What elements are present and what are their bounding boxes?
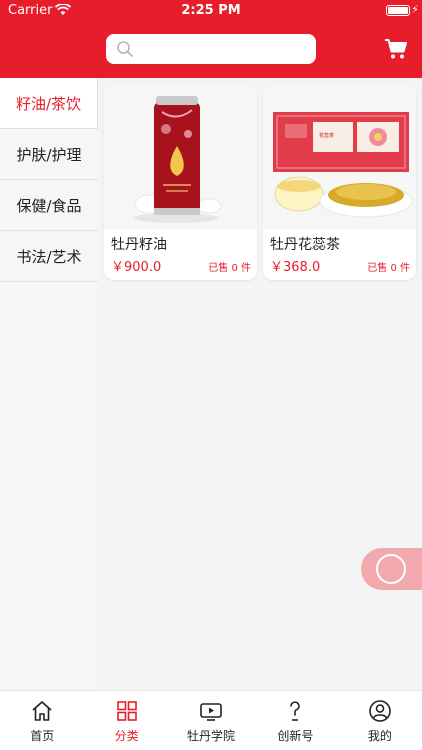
user-icon	[369, 700, 391, 722]
tab-category[interactable]: 分类	[84, 691, 168, 750]
charging-icon: ⚡	[411, 3, 419, 16]
video-icon	[200, 703, 222, 721]
tab-label: 牡丹学院	[187, 729, 236, 743]
tab-label: 创新号	[277, 729, 314, 743]
tab-mine[interactable]: 我的	[338, 691, 422, 750]
svg-text:花蕊茶: 花蕊茶	[319, 132, 334, 139]
product-image-peony-seed-oil	[104, 84, 257, 230]
search-input[interactable]	[140, 38, 308, 60]
product-grid: 牡丹籽油 ￥900.0 已售 0 件 花蕊茶 牡丹花蕊茶 ￥368.0 已售 0…	[98, 78, 422, 690]
tab-home[interactable]: 首页	[0, 691, 84, 750]
category-item-oil-tea[interactable]: 籽油/茶饮	[0, 78, 98, 129]
tab-peony-academy[interactable]: 牡丹学院	[169, 691, 253, 750]
tab-label: 我的	[367, 729, 392, 743]
product-sold-count: 已售 0 件	[367, 263, 410, 274]
product-card[interactable]: 花蕊茶 牡丹花蕊茶 ￥368.0 已售 0 件	[263, 84, 416, 280]
category-item-skincare[interactable]: 护肤/护理	[0, 129, 98, 180]
search-bar[interactable]	[106, 34, 316, 64]
bottom-tab-bar: 首页 分类 牡丹学院 创新号 我的	[0, 690, 422, 750]
product-price: ￥900.0	[111, 260, 162, 275]
question-icon	[290, 701, 301, 721]
product-price: ￥368.0	[270, 260, 321, 275]
home-icon	[32, 701, 52, 721]
category-sidebar: 籽油/茶饮 护肤/护理 保健/食品 书法/艺术	[0, 78, 98, 690]
product-name: 牡丹籽油	[111, 237, 167, 253]
category-item-health-food[interactable]: 保健/食品	[0, 180, 98, 231]
top-bar	[0, 22, 422, 78]
product-image-peony-stamen-tea: 花蕊茶	[263, 84, 416, 230]
circle-icon	[376, 554, 406, 584]
category-item-calligraphy-art[interactable]: 书法/艺术	[0, 231, 98, 282]
product-name: 牡丹花蕊茶	[270, 237, 340, 253]
status-time: 2:25 PM	[181, 3, 241, 18]
tab-label: 分类	[114, 729, 139, 743]
search-icon	[117, 41, 133, 57]
status-bar: Carrier 2:25 PM ⚡	[0, 0, 422, 22]
product-sold-count: 已售 0 件	[208, 263, 251, 274]
tab-innovation[interactable]: 创新号	[253, 691, 337, 750]
product-card[interactable]: 牡丹籽油 ￥900.0 已售 0 件	[104, 84, 257, 280]
cart-icon[interactable]	[384, 38, 408, 60]
grid-icon	[116, 701, 137, 721]
battery-icon	[386, 5, 410, 16]
tab-label: 首页	[30, 729, 55, 743]
floating-assist-button[interactable]	[361, 548, 422, 590]
